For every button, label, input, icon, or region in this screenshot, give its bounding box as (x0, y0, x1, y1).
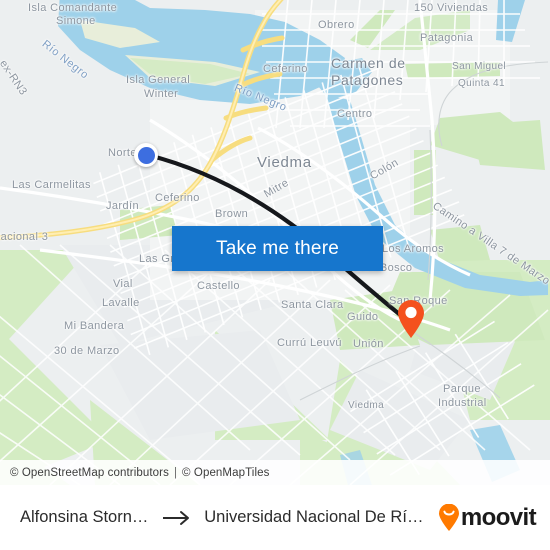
origin-dot-core (137, 146, 155, 164)
moovit-pin-icon (438, 503, 459, 531)
destination-pin-marker[interactable] (396, 299, 426, 344)
attribution-tiles[interactable]: © OpenMapTiles (182, 467, 269, 479)
attribution-osm[interactable]: © OpenStreetMap contributors (10, 467, 169, 479)
take-me-there-button[interactable]: Take me there (172, 226, 383, 271)
map-canvas[interactable]: Isla Comandante Simone Obrero 150 Viviendas… (0, 0, 550, 485)
route-footer: Alfonsina Storni, ... Universidad Nacion… (0, 485, 550, 550)
origin-station-label[interactable]: Alfonsina Storni, ... (20, 508, 150, 527)
route-endpoints: Alfonsina Storni, ... Universidad Nacion… (20, 508, 432, 527)
map-pin-icon (398, 300, 424, 338)
origin-dot-marker[interactable] (134, 143, 158, 167)
arrow-right-icon (162, 510, 192, 526)
moovit-logo[interactable]: moovit (438, 503, 537, 532)
attribution-separator: | (173, 466, 178, 479)
destination-station-label[interactable]: Universidad Nacional De Río N... (204, 508, 432, 527)
moovit-route-card: Isla Comandante Simone Obrero 150 Viviendas… (0, 0, 550, 550)
moovit-wordmark: moovit (460, 503, 537, 531)
map-attribution: © OpenStreetMap contributors | © OpenMap… (0, 460, 550, 485)
